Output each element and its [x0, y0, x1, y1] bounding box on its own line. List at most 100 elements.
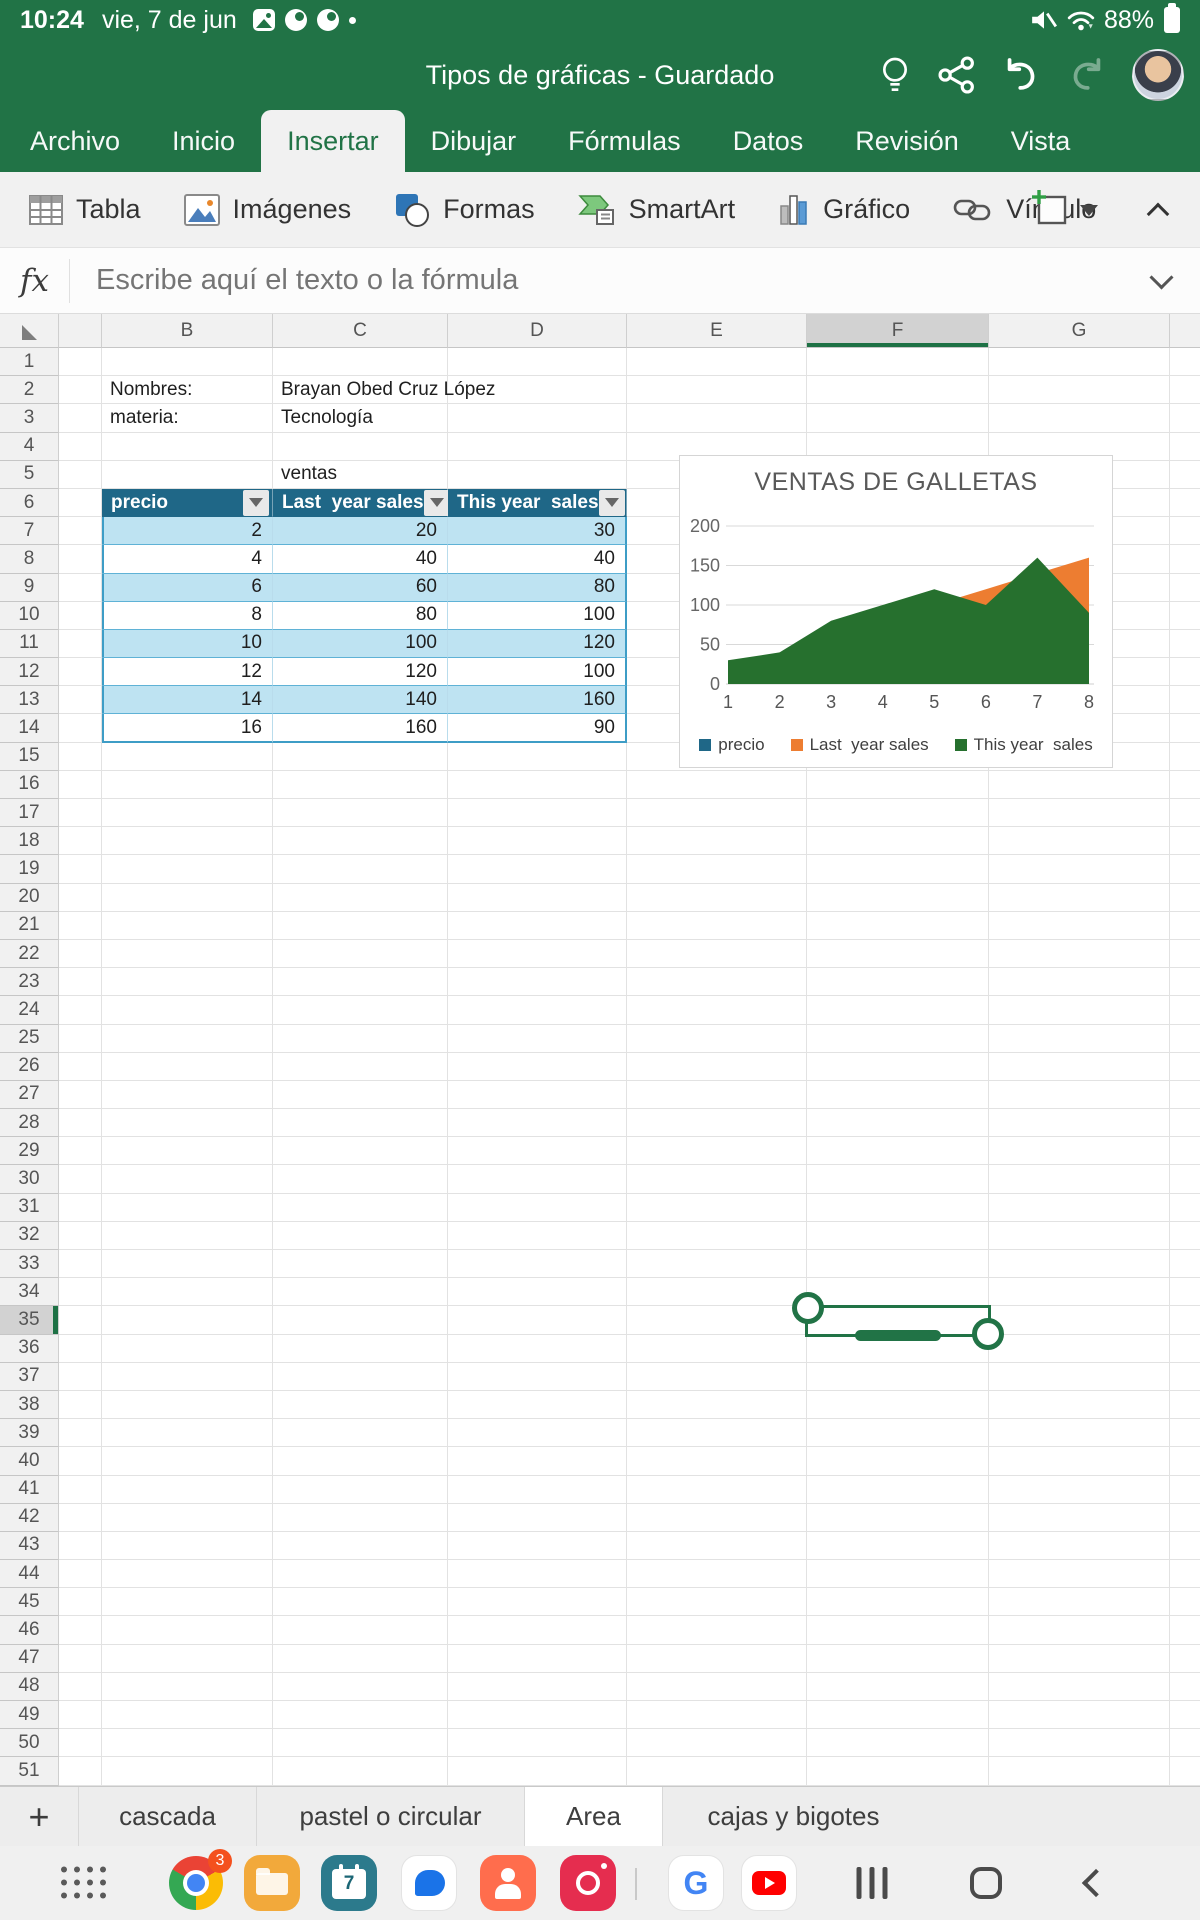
cell-B16[interactable]	[102, 771, 273, 799]
cell-D26[interactable]	[448, 1053, 627, 1081]
back-button[interactable]	[1068, 1855, 1124, 1911]
row-header-5[interactable]: 5	[0, 461, 59, 489]
cell-C4[interactable]	[273, 433, 448, 461]
row-header-44[interactable]: 44	[0, 1560, 59, 1588]
ribbon-tab-dibujar[interactable]: Dibujar	[405, 110, 543, 172]
row-header-46[interactable]: 46	[0, 1616, 59, 1644]
cell-G35[interactable]	[989, 1306, 1170, 1334]
cell-B15[interactable]	[102, 743, 273, 771]
cell-D32[interactable]	[448, 1222, 627, 1250]
cell-D25[interactable]	[448, 1025, 627, 1053]
cell-G32[interactable]	[989, 1222, 1170, 1250]
cell-C50[interactable]	[273, 1729, 448, 1757]
cell-E23[interactable]	[627, 968, 807, 996]
cell-E19[interactable]	[627, 855, 807, 883]
filter-dropdown-button[interactable]	[424, 490, 450, 516]
row-header-32[interactable]: 32	[0, 1222, 59, 1250]
cell-F44[interactable]	[807, 1560, 989, 1588]
cell-C30[interactable]	[273, 1165, 448, 1193]
cell-E17[interactable]	[627, 799, 807, 827]
cell-A2[interactable]	[59, 376, 102, 404]
cell-C8[interactable]: 40	[273, 545, 448, 573]
cell-F48[interactable]	[807, 1673, 989, 1701]
row-header-41[interactable]: 41	[0, 1476, 59, 1504]
cell-C24[interactable]	[273, 996, 448, 1024]
cell-B25[interactable]	[102, 1025, 273, 1053]
messages-button[interactable]	[401, 1855, 457, 1911]
filter-dropdown-button[interactable]	[599, 490, 625, 516]
cell-A28[interactable]	[59, 1109, 102, 1137]
cell-G43[interactable]	[989, 1532, 1170, 1560]
row-header-51[interactable]: 51	[0, 1757, 59, 1785]
insert-object-button[interactable]	[1030, 188, 1098, 233]
cell-C26[interactable]	[273, 1053, 448, 1081]
cell-G29[interactable]	[989, 1137, 1170, 1165]
cell-B9[interactable]: 6	[102, 574, 273, 602]
cell-H5[interactable]	[1170, 461, 1200, 489]
cell-G51[interactable]	[989, 1757, 1170, 1785]
recents-button[interactable]	[844, 1855, 900, 1911]
cell-B21[interactable]	[102, 912, 273, 940]
cell-G3[interactable]	[989, 404, 1170, 432]
cell-D36[interactable]	[448, 1335, 627, 1363]
cell-D8[interactable]: 40	[448, 545, 627, 573]
cell-C18[interactable]	[273, 827, 448, 855]
column-header-B[interactable]: B	[102, 314, 273, 348]
cell-F30[interactable]	[807, 1165, 989, 1193]
row-header-34[interactable]: 34	[0, 1278, 59, 1306]
row-header-17[interactable]: 17	[0, 799, 59, 827]
cell-D9[interactable]: 80	[448, 574, 627, 602]
cell-E38[interactable]	[627, 1391, 807, 1419]
ribbon-tab-archivo[interactable]: Archivo	[4, 110, 146, 172]
cell-B43[interactable]	[102, 1532, 273, 1560]
cell-C15[interactable]	[273, 743, 448, 771]
cell-H37[interactable]	[1170, 1363, 1200, 1391]
sheet-tab-Area[interactable]: Area	[524, 1787, 662, 1846]
cell-A19[interactable]	[59, 855, 102, 883]
cell-H28[interactable]	[1170, 1109, 1200, 1137]
cell-D41[interactable]	[448, 1476, 627, 1504]
cell-C46[interactable]	[273, 1616, 448, 1644]
cell-F51[interactable]	[807, 1757, 989, 1785]
cell-H3[interactable]	[1170, 404, 1200, 432]
cell-G47[interactable]	[989, 1645, 1170, 1673]
cell-D40[interactable]	[448, 1447, 627, 1475]
cell-C41[interactable]	[273, 1476, 448, 1504]
select-all-button[interactable]	[0, 314, 59, 348]
row-header-18[interactable]: 18	[0, 827, 59, 855]
cell-H18[interactable]	[1170, 827, 1200, 855]
cell-C7[interactable]: 20	[273, 517, 448, 545]
cell-G17[interactable]	[989, 799, 1170, 827]
cell-A12[interactable]	[59, 658, 102, 686]
cell-D34[interactable]	[448, 1278, 627, 1306]
cell-A30[interactable]	[59, 1165, 102, 1193]
cell-E51[interactable]	[627, 1757, 807, 1785]
cell-B27[interactable]	[102, 1081, 273, 1109]
row-header-38[interactable]: 38	[0, 1391, 59, 1419]
cell-A48[interactable]	[59, 1673, 102, 1701]
cell-H11[interactable]	[1170, 630, 1200, 658]
cell-D18[interactable]	[448, 827, 627, 855]
cell-B32[interactable]	[102, 1222, 273, 1250]
cell-D31[interactable]	[448, 1194, 627, 1222]
cell-G49[interactable]	[989, 1701, 1170, 1729]
cell-E40[interactable]	[627, 1447, 807, 1475]
cell-B42[interactable]	[102, 1504, 273, 1532]
cell-G31[interactable]	[989, 1194, 1170, 1222]
cell-H25[interactable]	[1170, 1025, 1200, 1053]
cell-C51[interactable]	[273, 1757, 448, 1785]
cell-D22[interactable]	[448, 940, 627, 968]
cell-G22[interactable]	[989, 940, 1170, 968]
cell-G19[interactable]	[989, 855, 1170, 883]
cell-B6[interactable]: precio	[102, 489, 273, 517]
cell-B37[interactable]	[102, 1363, 273, 1391]
cell-A7[interactable]	[59, 517, 102, 545]
cell-F26[interactable]	[807, 1053, 989, 1081]
cell-C10[interactable]: 80	[273, 602, 448, 630]
cell-D42[interactable]	[448, 1504, 627, 1532]
cell-F25[interactable]	[807, 1025, 989, 1053]
cell-H26[interactable]	[1170, 1053, 1200, 1081]
cell-H22[interactable]	[1170, 940, 1200, 968]
chart-ventas-de-galletas[interactable]: VENTAS DE GALLETAS05010015020012345678pr…	[679, 455, 1113, 768]
cell-E44[interactable]	[627, 1560, 807, 1588]
